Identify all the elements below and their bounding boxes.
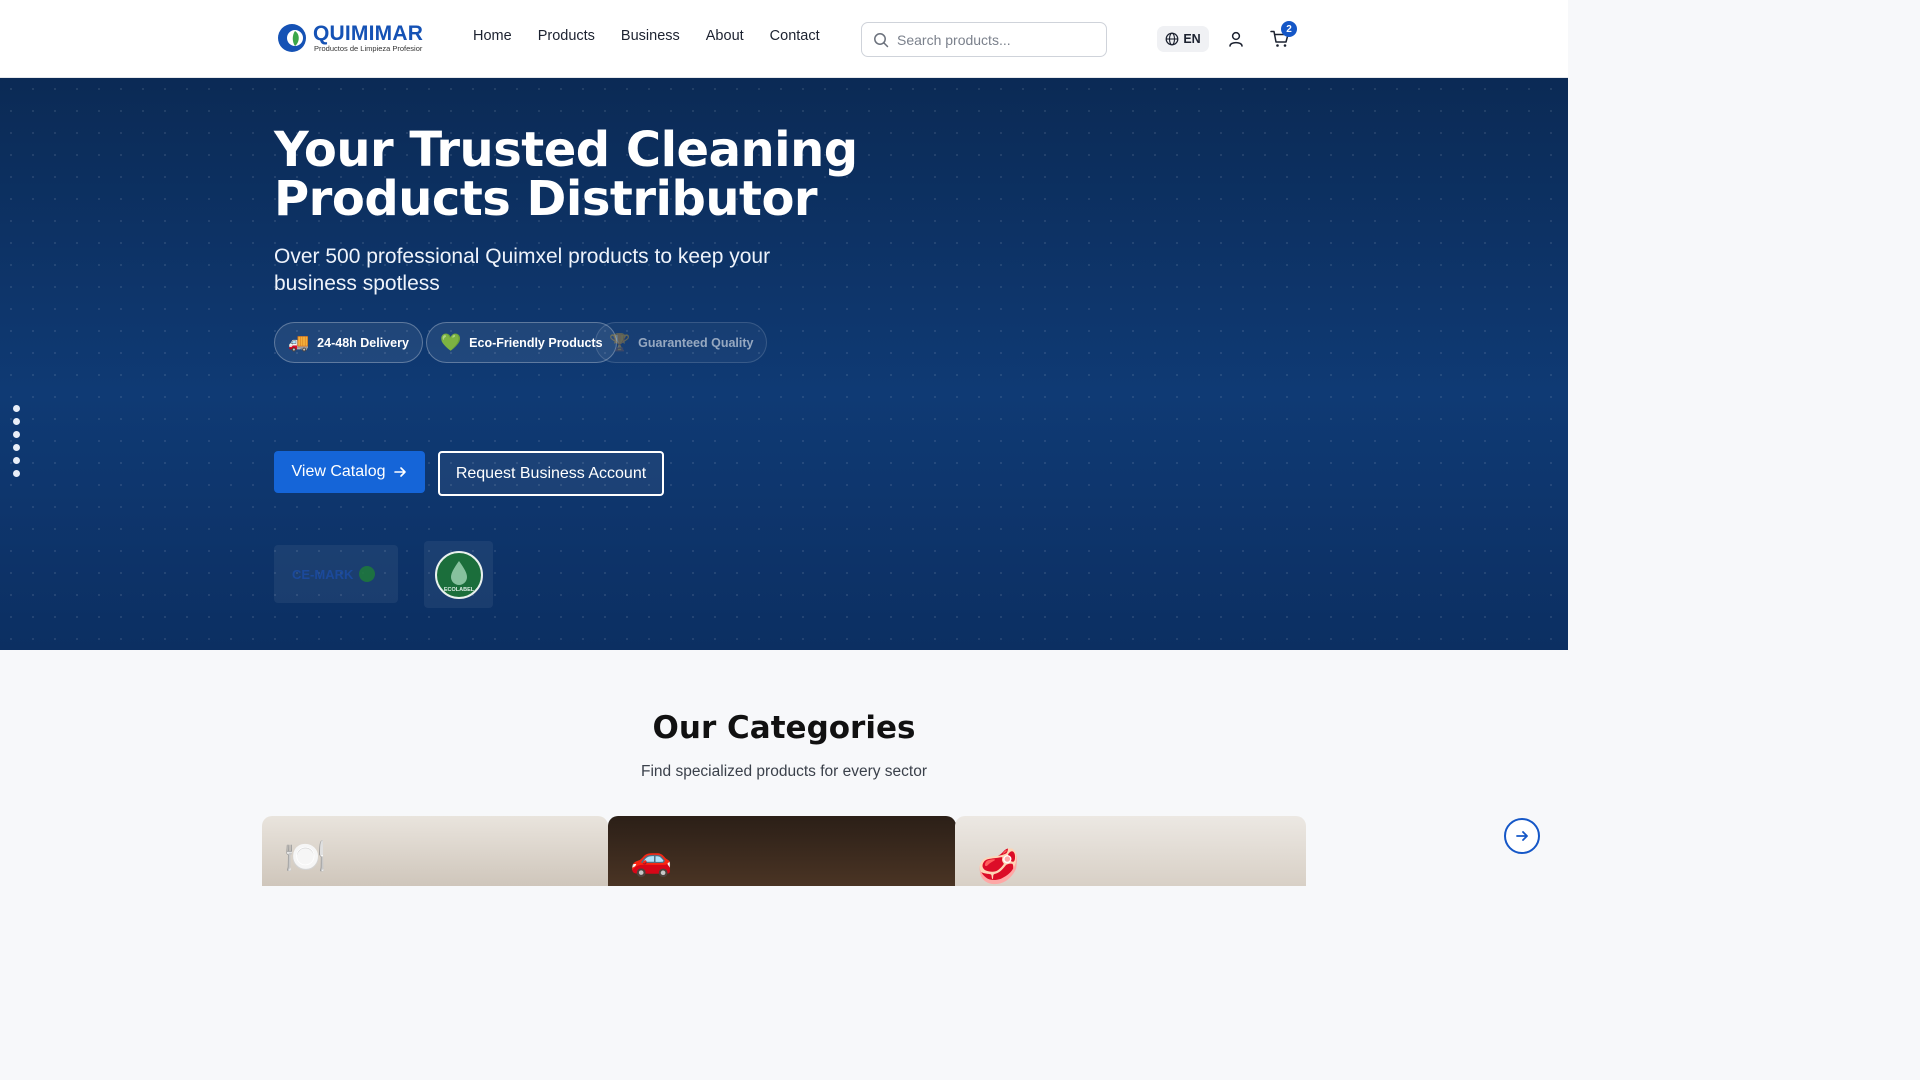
slide-dot[interactable] bbox=[13, 444, 20, 451]
category-card-butchery[interactable]: 🥩 bbox=[955, 816, 1306, 886]
nav-home[interactable]: Home bbox=[473, 28, 512, 44]
feature-eco-label: Eco-Friendly Products bbox=[469, 335, 603, 350]
feature-delivery-badge: 🚚 24-48h Delivery bbox=[274, 322, 423, 363]
language-label: EN bbox=[1183, 32, 1201, 46]
trophy-icon: 🏆 bbox=[609, 333, 631, 352]
arrow-right-circle-icon bbox=[1516, 831, 1528, 841]
brand-logo[interactable]: QUIMIMAR Productos de Limpieza Profesior bbox=[277, 19, 427, 57]
logo-mark-icon bbox=[277, 23, 307, 53]
cert-dot-icon bbox=[359, 566, 376, 582]
globe-icon bbox=[1165, 32, 1179, 46]
slide-dot[interactable] bbox=[13, 457, 20, 464]
request-business-account-button[interactable]: Request Business Account bbox=[438, 451, 664, 496]
ecolabel-icon: ECOLABEL bbox=[434, 550, 483, 599]
account-button[interactable] bbox=[1227, 30, 1245, 48]
view-catalog-button[interactable]: View Catalog bbox=[274, 451, 425, 493]
green-heart-icon: 💚 bbox=[440, 333, 462, 352]
meat-icon: 🥩 bbox=[977, 848, 1020, 886]
feature-quality-badge: 🏆 Guaranteed Quality bbox=[595, 322, 768, 363]
categories-subtitle: Find specialized products for every sect… bbox=[640, 763, 928, 780]
brand-name: QUIMIMAR bbox=[313, 21, 424, 45]
search-box bbox=[861, 22, 1107, 57]
ecolabel-badge: ECOLABEL bbox=[424, 541, 493, 608]
nav-business[interactable]: Business bbox=[621, 28, 680, 44]
feature-delivery-label: 24-48h Delivery bbox=[317, 335, 409, 350]
hero-title: Your Trusted Cleaning Products Distribut… bbox=[274, 122, 858, 227]
user-icon bbox=[1229, 31, 1243, 47]
nav-products[interactable]: Products bbox=[538, 28, 595, 44]
slide-dot[interactable] bbox=[13, 418, 20, 425]
carousel-next-button[interactable] bbox=[1504, 818, 1540, 854]
nav-about[interactable]: About bbox=[706, 28, 744, 44]
ce-cert-label: CE-MARK bbox=[292, 566, 354, 582]
view-catalog-label: View Catalog bbox=[291, 463, 386, 480]
feature-eco-badge: 💚 Eco-Friendly Products bbox=[426, 322, 617, 363]
car-icon: 🚗 bbox=[630, 840, 673, 878]
hero-section: Your Trusted Cleaning Products Distribut… bbox=[0, 78, 1568, 650]
slide-dot[interactable] bbox=[13, 470, 20, 477]
categories-title: Our Categories bbox=[652, 710, 916, 746]
slide-dot[interactable] bbox=[13, 431, 20, 438]
hero-subtitle: Over 500 professional Quimxel products t… bbox=[274, 245, 771, 295]
plate-icon: 🍽️ bbox=[284, 838, 327, 876]
category-card-automotive[interactable]: 🚗 bbox=[608, 816, 956, 886]
slide-indicators bbox=[13, 405, 20, 477]
cart-count-badge: 2 bbox=[1281, 21, 1297, 37]
search-input[interactable] bbox=[897, 31, 1087, 48]
site-header: QUIMIMAR Productos de Limpieza Profesior… bbox=[0, 0, 1568, 78]
truck-icon: 🚚 bbox=[288, 333, 310, 352]
ce-certification-badge: CE-MARK bbox=[274, 545, 398, 603]
language-switcher[interactable]: EN bbox=[1157, 26, 1209, 52]
category-card-restaurant[interactable]: 🍽️ bbox=[262, 816, 608, 886]
ecolabel-text: ECOLABEL bbox=[443, 587, 474, 593]
feature-quality-label: Guaranteed Quality bbox=[638, 335, 754, 350]
search-icon bbox=[874, 32, 889, 47]
nav-contact[interactable]: Contact bbox=[770, 28, 820, 44]
slide-dot[interactable] bbox=[13, 405, 20, 412]
brand-tagline: Productos de Limpieza Profesior bbox=[314, 43, 423, 53]
main-nav: Home Products Business About Contact bbox=[473, 28, 820, 44]
arrow-right-icon bbox=[394, 467, 407, 477]
